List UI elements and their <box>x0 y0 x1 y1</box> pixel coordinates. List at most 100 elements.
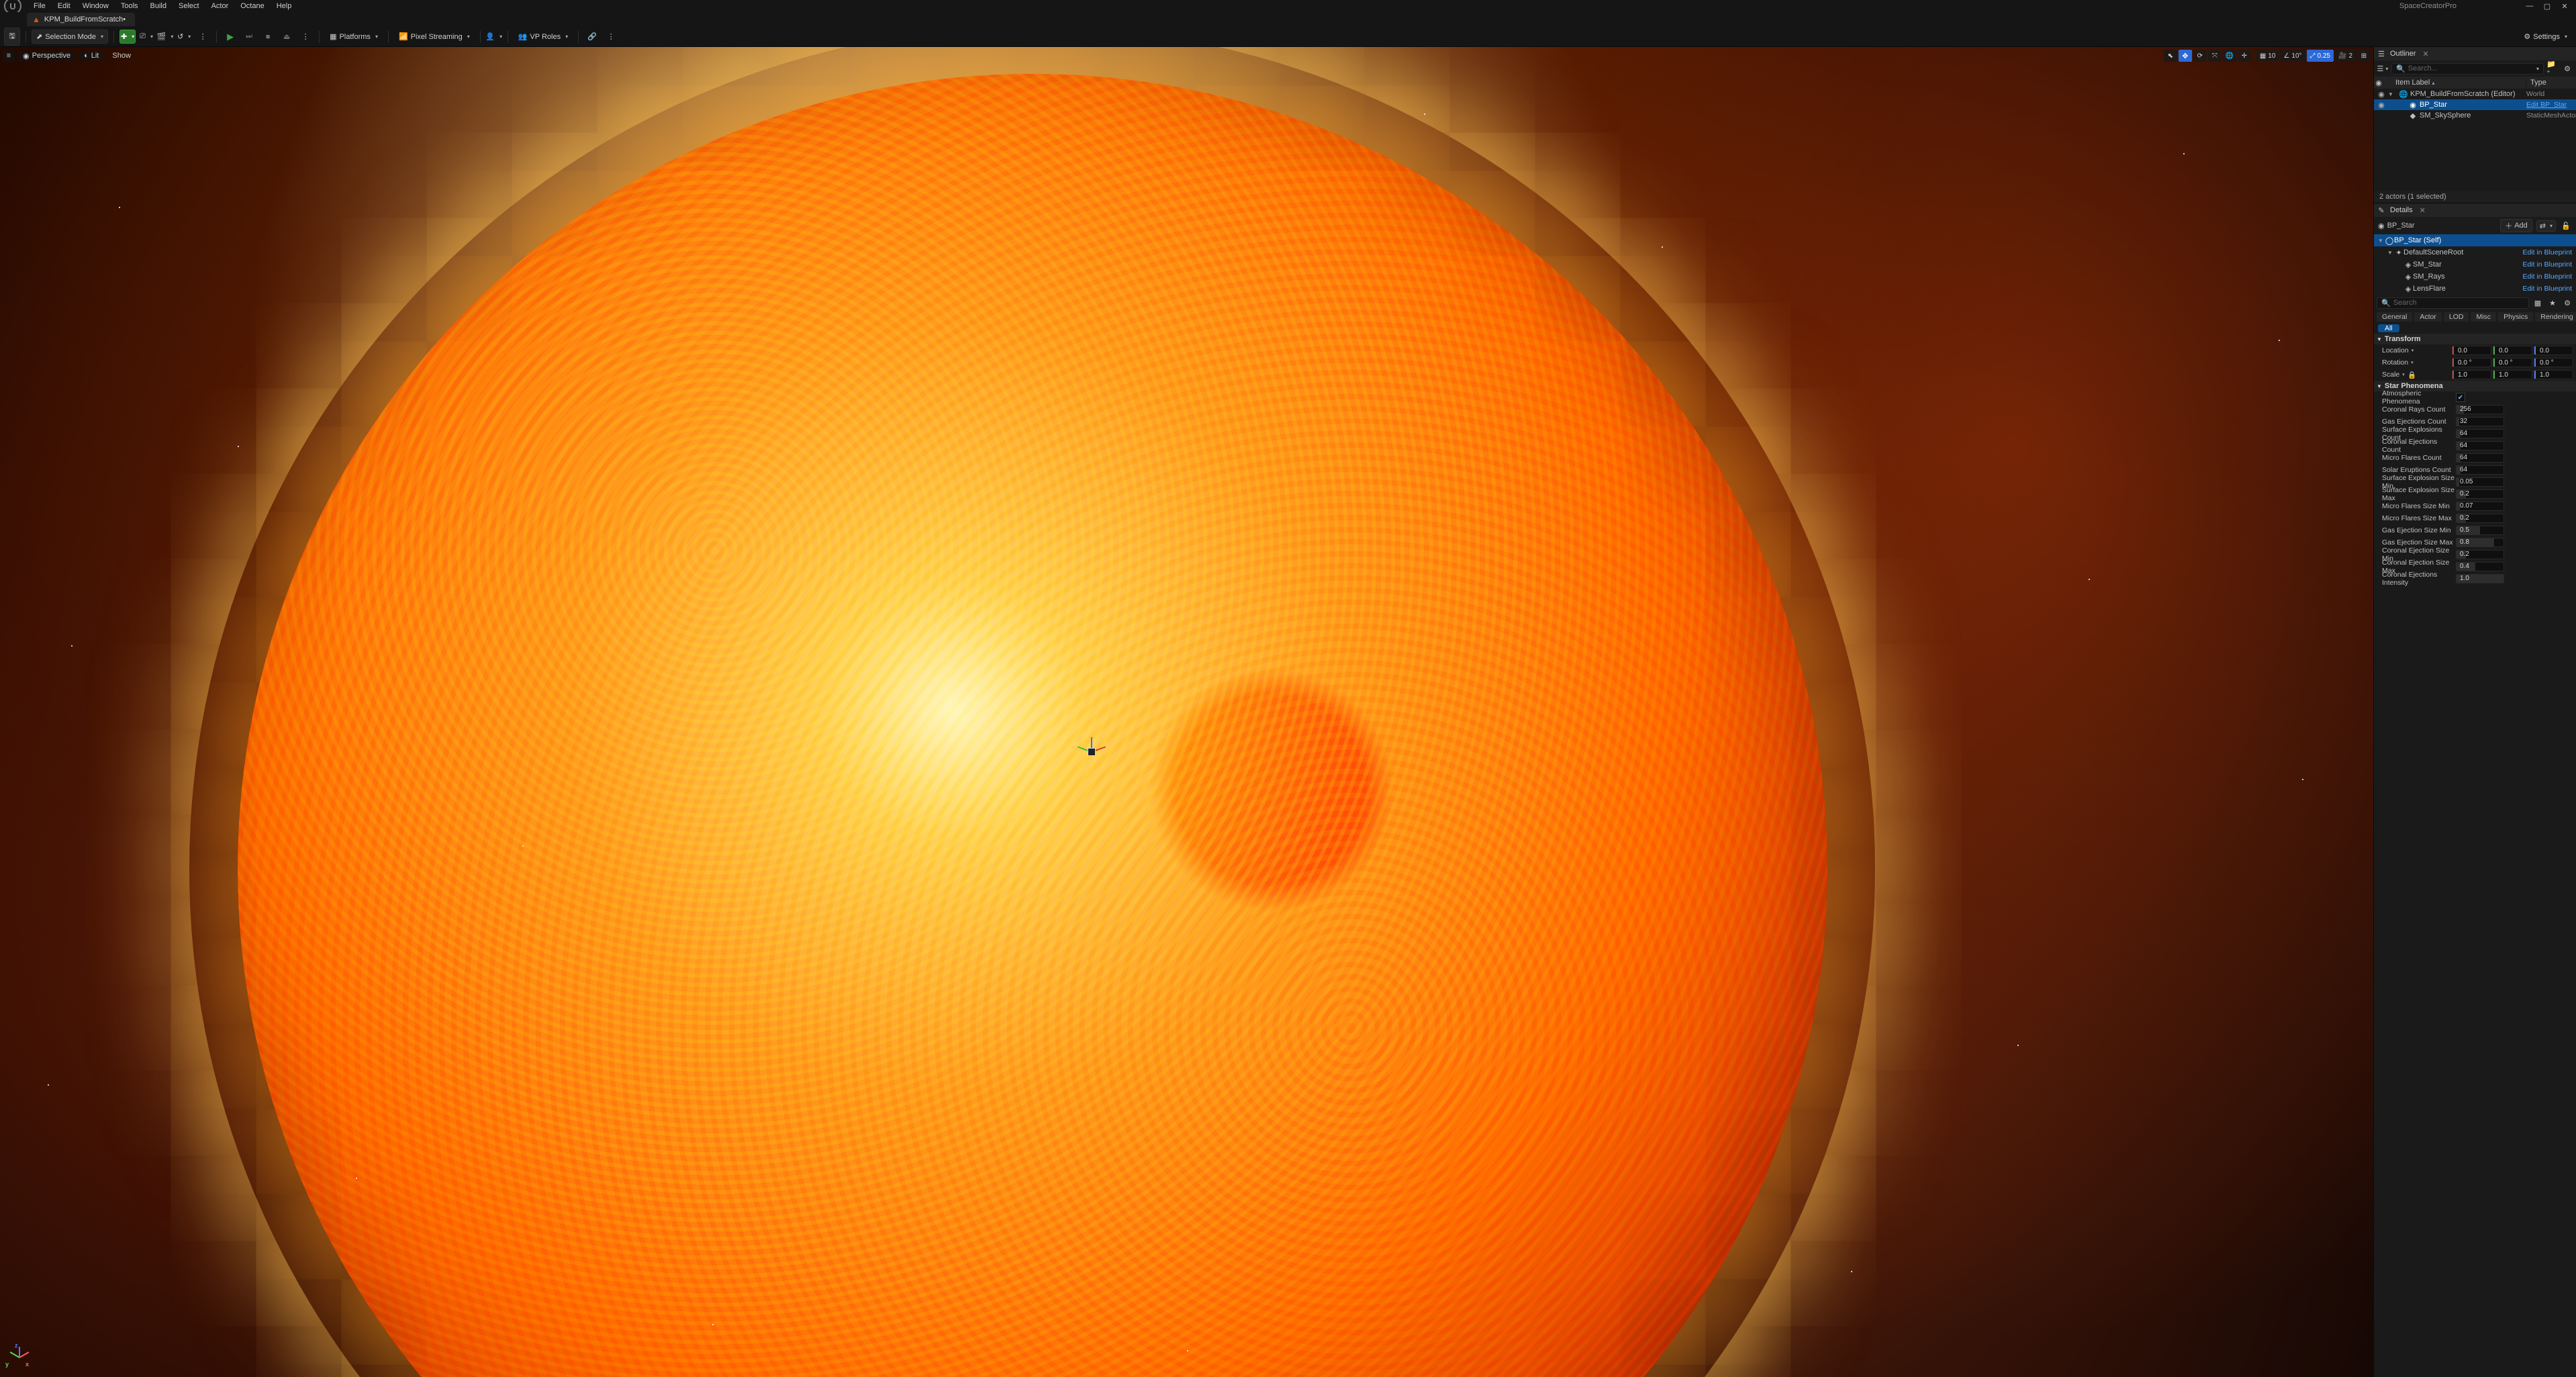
atmospheric-checkbox[interactable]: ✔ <box>2456 393 2465 402</box>
transform-gizmo[interactable] <box>1078 739 1105 765</box>
menu-select[interactable]: Select <box>173 1 205 11</box>
filter-tab-actor[interactable]: Actor <box>2414 312 2442 322</box>
visibility-toggle[interactable]: ◉ <box>2377 101 2386 109</box>
vector-y-input[interactable]: 0.0 <box>2493 346 2532 355</box>
visibility-toggle[interactable]: ◉ <box>2377 90 2386 99</box>
outliner-row[interactable]: ◉▼🌐KPM_BuildFromScratch (Editor)World <box>2374 89 2576 99</box>
perspective-button[interactable]: ◉Perspective <box>17 51 76 61</box>
filter-tab-rendering[interactable]: Rendering <box>2535 312 2576 322</box>
outliner-row[interactable]: ◆SM_SkySphereStaticMeshActor <box>2374 110 2576 121</box>
play-options-button[interactable]: ⋮ <box>297 30 314 44</box>
new-folder-button[interactable]: 📁⁺ <box>2546 62 2559 75</box>
vector-z-input[interactable]: 0.0 ° <box>2534 358 2573 367</box>
vector-x-input[interactable]: 0.0 <box>2452 346 2491 355</box>
vector-y-input[interactable]: 1.0 <box>2493 370 2532 379</box>
close-icon[interactable]: ✕ <box>2420 206 2426 215</box>
play-button[interactable]: ▶ <box>222 29 238 45</box>
viewport-layout-button[interactable]: ⊞ <box>2357 50 2371 62</box>
vector-x-input[interactable]: 0.0 ° <box>2452 358 2491 367</box>
menu-octane[interactable]: Octane <box>235 1 269 11</box>
property-matrix-button[interactable]: ▦ <box>2532 297 2544 309</box>
lock-scale-button[interactable]: 🔒 <box>2407 371 2417 379</box>
actor-type[interactable]: Edit BP_Star <box>2526 101 2576 109</box>
vector-z-input[interactable]: 0.0 <box>2534 346 2573 355</box>
component-row[interactable]: ▼✦DefaultSceneRootEdit in Blueprint <box>2374 246 2576 258</box>
filter-tab-general[interactable]: General <box>2377 312 2412 322</box>
menu-file[interactable]: File <box>28 1 51 11</box>
vector-x-input[interactable]: 1.0 <box>2452 370 2491 379</box>
blueprint-button[interactable]: ⎚▾ <box>138 30 154 44</box>
level-viewport[interactable]: ≡ ◉Perspective ◐Lit Show ⬉ ✥ ⟳ ⤧ 🌐 ✛ ▦10… <box>0 47 2373 1377</box>
outliner-tab[interactable]: ☰ Outliner ✕ <box>2374 47 2576 60</box>
eject-button[interactable]: ⏏ <box>279 30 295 44</box>
lit-mode-button[interactable]: ◐Lit <box>79 51 104 60</box>
outliner-tree[interactable]: ◉▼🌐KPM_BuildFromScratch (Editor)World◉◉B… <box>2374 89 2576 191</box>
filter-all-button[interactable]: All <box>2378 324 2399 332</box>
favorites-button[interactable]: ★ <box>2546 297 2559 309</box>
filter-tab-lod[interactable]: LOD <box>2444 312 2469 322</box>
number-input[interactable]: 0.05 <box>2456 477 2504 487</box>
pixel-streaming-button[interactable]: 📶Pixel Streaming▾ <box>394 30 475 44</box>
chevron-down-icon[interactable]: ▾ <box>2402 372 2405 377</box>
axis-orientation-widget[interactable]: z x y <box>8 1346 31 1369</box>
stop-button[interactable]: ■ <box>260 30 276 44</box>
add-content-button[interactable]: ✚▾ <box>120 30 136 44</box>
outliner-row[interactable]: ◉◉BP_StarEdit BP_Star <box>2374 99 2576 110</box>
component-row[interactable]: ◈SM_StarEdit in Blueprint <box>2374 258 2576 271</box>
level-tab[interactable]: ▲ KPM_BuildFromScratch• <box>27 13 135 26</box>
outliner-header-row[interactable]: ◉ Item Label ▴ Type <box>2374 77 2576 89</box>
edit-in-blueprint-link[interactable]: Edit in Blueprint <box>2522 285 2572 293</box>
component-options-button[interactable]: ⇄▾ <box>2536 220 2556 232</box>
number-input[interactable]: 0.8 <box>2456 538 2504 547</box>
rotate-tool-button[interactable]: ⟳ <box>2193 50 2207 62</box>
cinematics-button[interactable]: 🎬▾ <box>157 30 173 44</box>
selection-mode-button[interactable]: ⬈ Selection Mode ▾ <box>32 30 108 44</box>
vector-y-input[interactable]: 0.0 ° <box>2493 358 2532 367</box>
details-tab[interactable]: ✎ Details ✕ <box>2374 203 2576 217</box>
number-input[interactable]: 0.2 <box>2456 514 2504 523</box>
chevron-down-icon[interactable]: ▾ <box>2411 360 2414 365</box>
outliner-settings-button[interactable]: ⚙ <box>2561 62 2573 75</box>
angle-snap-button[interactable]: ∠10° <box>2280 50 2305 62</box>
add-component-button[interactable]: ＋Add <box>2500 219 2532 232</box>
close-button[interactable]: ✕ <box>2559 2 2571 11</box>
grid-snap-button[interactable]: ▦10 <box>2256 50 2279 62</box>
vp-roles-button[interactable]: 👥VP Roles▾ <box>514 30 573 44</box>
maximize-button[interactable]: ▢ <box>2541 2 2553 11</box>
menu-edit[interactable]: Edit <box>52 1 76 11</box>
step-button[interactable]: ⏭ <box>241 30 257 44</box>
number-input[interactable]: 0.4 <box>2456 562 2504 571</box>
translate-tool-button[interactable]: ✥ <box>2179 50 2192 62</box>
menu-actor[interactable]: Actor <box>206 1 234 11</box>
component-tree[interactable]: ▼◯BP_Star (Self)▼✦DefaultSceneRootEdit i… <box>2374 234 2576 295</box>
scale-tool-button[interactable]: ⤧ <box>2208 50 2222 62</box>
component-row[interactable]: ◈SM_RaysEdit in Blueprint <box>2374 271 2576 283</box>
category-transform[interactable]: ▼Transform <box>2374 334 2576 344</box>
filter-tab-misc[interactable]: Misc <box>2471 312 2496 322</box>
settings-button[interactable]: ⚙Settings▾ <box>2519 30 2572 44</box>
show-button[interactable]: Show <box>107 51 136 60</box>
minimize-button[interactable]: — <box>2524 2 2536 11</box>
platforms-button[interactable]: ▦Platforms▾ <box>325 30 383 44</box>
details-settings-button[interactable]: ⚙ <box>2561 297 2573 309</box>
menu-build[interactable]: Build <box>145 1 172 11</box>
edit-in-blueprint-link[interactable]: Edit in Blueprint <box>2522 273 2572 281</box>
component-row[interactable]: ◈LensFlareEdit in Blueprint <box>2374 283 2576 295</box>
menu-tools[interactable]: Tools <box>115 1 144 11</box>
close-icon[interactable]: ✕ <box>2423 50 2429 58</box>
number-input[interactable]: 64 <box>2456 429 2504 438</box>
chevron-down-icon[interactable]: ▾ <box>2412 348 2414 353</box>
number-input[interactable]: 64 <box>2456 441 2504 450</box>
vc-button[interactable]: 🔗 <box>584 30 600 44</box>
filter-button[interactable]: ☰▾ <box>2377 62 2389 75</box>
filter-tab-physics[interactable]: Physics <box>2498 312 2533 322</box>
selected-actor-chip[interactable]: ◉ BP_Star <box>2378 222 2415 230</box>
number-input[interactable]: 0.2 <box>2456 489 2504 499</box>
edit-in-blueprint-link[interactable]: Edit in Blueprint <box>2522 248 2572 256</box>
camera-speed-button[interactable]: 🎥2 <box>2335 50 2356 62</box>
number-input[interactable]: 1.0 <box>2456 574 2504 583</box>
details-search-input[interactable]: 🔍 Search <box>2377 297 2529 309</box>
number-input[interactable]: 0.5 <box>2456 526 2504 535</box>
number-input[interactable]: 64 <box>2456 465 2504 475</box>
lock-details-button[interactable]: 🔓 <box>2560 222 2572 230</box>
